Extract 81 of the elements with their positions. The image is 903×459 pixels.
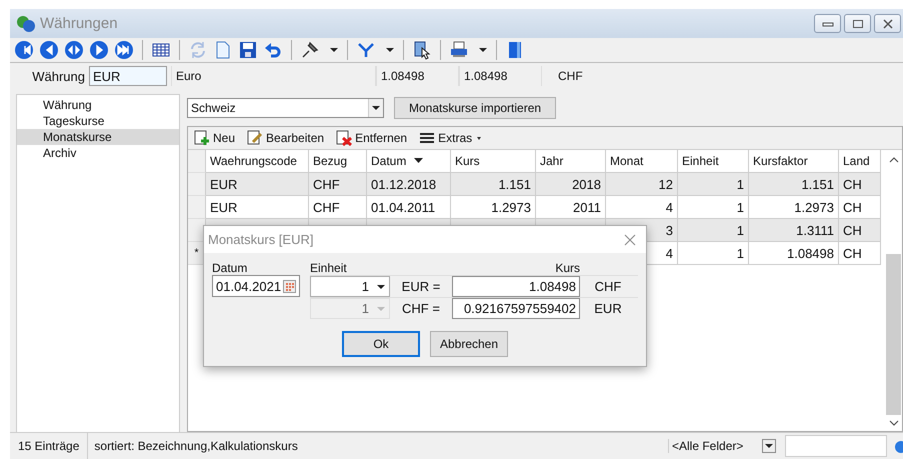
table-cell: 12 bbox=[606, 173, 678, 196]
row-header bbox=[188, 173, 206, 196]
record-count: 15 Einträge bbox=[10, 433, 88, 459]
window-title: Währungen bbox=[40, 15, 118, 32]
target-currency: CHF bbox=[594, 278, 622, 296]
add-document-icon bbox=[194, 130, 210, 146]
dialog-title: Monatskurs [EUR] bbox=[208, 232, 314, 247]
unit-label: Einheit bbox=[310, 261, 347, 275]
prev-record-icon[interactable] bbox=[39, 40, 59, 60]
save-icon[interactable] bbox=[238, 40, 258, 60]
edit-button[interactable]: Bearbeiten bbox=[245, 130, 326, 146]
currency-code-field[interactable]: EUR bbox=[89, 66, 167, 86]
table-cell: 1.151 bbox=[451, 173, 536, 196]
table-cell: 1 bbox=[678, 242, 749, 265]
table-cell: CH bbox=[839, 219, 881, 242]
app-icon bbox=[16, 14, 36, 32]
table-cell: 1 bbox=[678, 173, 749, 196]
table-cell: 1.3111 bbox=[749, 219, 839, 242]
field-filter-select[interactable]: <Alle Felder> bbox=[668, 439, 779, 453]
maximize-button[interactable] bbox=[844, 14, 871, 33]
currency-label: Währung bbox=[31, 68, 86, 84]
close-button[interactable] bbox=[874, 14, 901, 33]
scroll-up-icon[interactable] bbox=[888, 156, 898, 164]
country-select[interactable]: Schweiz bbox=[187, 98, 384, 118]
search-field[interactable] bbox=[785, 435, 887, 457]
table-cell: 01.12.2018 bbox=[367, 173, 451, 196]
menu-button[interactable]: Extras bbox=[417, 130, 486, 146]
first-record-icon[interactable] bbox=[14, 40, 34, 60]
close-icon[interactable] bbox=[624, 234, 636, 246]
sidebar-item[interactable]: Tageskurse bbox=[17, 113, 179, 129]
caret-icon bbox=[377, 306, 385, 310]
cancel-button[interactable]: Abbrechen bbox=[430, 331, 508, 357]
caret-icon bbox=[368, 99, 383, 117]
delete-button[interactable]: Entfernen bbox=[334, 130, 410, 146]
table-cell: 1 bbox=[678, 219, 749, 242]
document-pointer-icon[interactable] bbox=[412, 40, 432, 60]
ok-button[interactable]: Ok bbox=[342, 331, 420, 357]
undo-icon[interactable] bbox=[263, 40, 283, 60]
table-cell: CH bbox=[839, 173, 881, 196]
rate-value: 1.08498 bbox=[459, 66, 542, 86]
new-button[interactable]: Neu bbox=[192, 130, 238, 146]
rate-label: Kurs bbox=[555, 261, 580, 275]
sort-info: sortiert: Bezeichnung,Kalkulationskurs bbox=[93, 439, 299, 453]
sidebar-item[interactable]: Monatskurse bbox=[17, 129, 179, 145]
currency-equals: CHF = bbox=[401, 300, 441, 318]
import-button[interactable]: Monatskurse importieren bbox=[394, 97, 556, 119]
table-cell: 1.08498 bbox=[749, 242, 839, 265]
close-icon bbox=[882, 18, 894, 28]
filter-icon[interactable] bbox=[356, 40, 376, 60]
calendar-icon[interactable] bbox=[283, 280, 296, 292]
date-label: Datum bbox=[212, 261, 248, 275]
sidebar-item[interactable]: Archiv bbox=[17, 145, 179, 161]
last-record-icon[interactable] bbox=[114, 40, 134, 60]
caret-icon bbox=[762, 439, 776, 453]
scroll-down-icon[interactable] bbox=[888, 419, 898, 427]
menu-icon bbox=[419, 130, 436, 146]
reference-currency: CHF bbox=[557, 69, 583, 83]
currency-name: Euro bbox=[171, 66, 376, 86]
table-cell: CH bbox=[839, 242, 881, 265]
unit-select[interactable]: 1 bbox=[310, 276, 390, 297]
sidebar-item[interactable]: Währung bbox=[17, 97, 179, 113]
caret-icon bbox=[377, 284, 385, 288]
maximize-icon bbox=[852, 18, 864, 28]
minimize-button[interactable] bbox=[814, 14, 841, 33]
printer-icon[interactable] bbox=[449, 40, 469, 60]
sort-icon bbox=[414, 158, 424, 164]
rate-value: 1.08498 bbox=[376, 66, 459, 86]
pin-icon[interactable] bbox=[300, 40, 320, 60]
currency-equals: EUR = bbox=[400, 278, 442, 296]
delete-document-icon bbox=[336, 130, 352, 146]
table-cell: CHF bbox=[309, 173, 367, 196]
table-cell: EUR bbox=[206, 173, 309, 196]
table-cell: 1.151 bbox=[749, 173, 839, 196]
minimize-icon bbox=[822, 20, 834, 28]
rate-field[interactable]: 1.08498 bbox=[452, 276, 580, 297]
target-currency: EUR bbox=[593, 300, 623, 318]
both-record-icon[interactable] bbox=[64, 40, 84, 60]
edit-document-icon bbox=[247, 130, 264, 146]
date-field[interactable]: 01.04.2021 bbox=[212, 275, 300, 297]
table-cell: 2018 bbox=[536, 173, 606, 196]
next-record-icon[interactable] bbox=[89, 40, 109, 60]
